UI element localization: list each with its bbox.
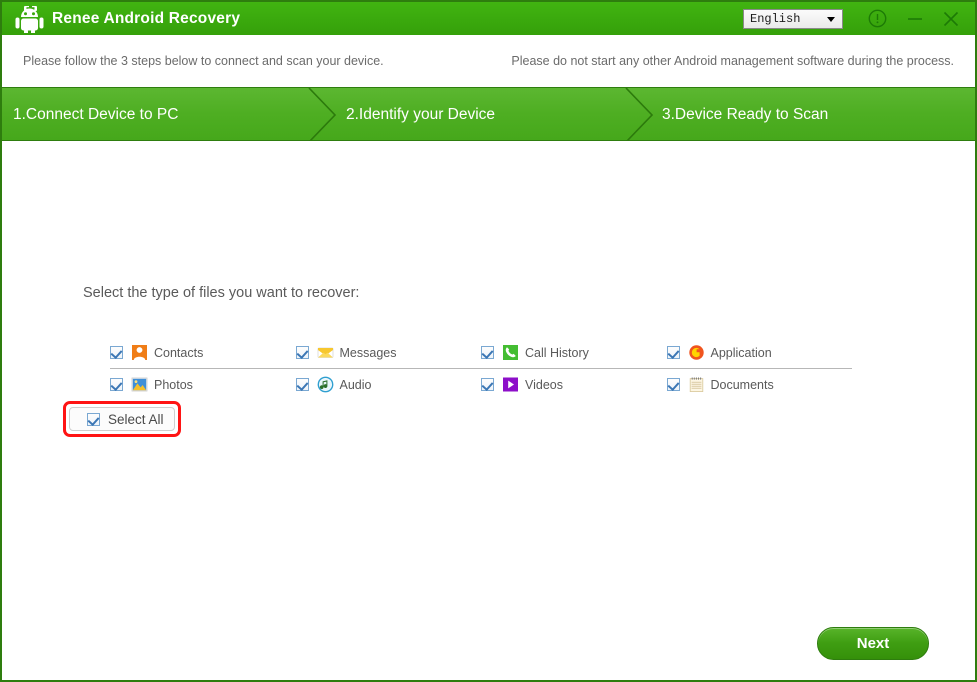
titlebar-right-controls: English — [743, 2, 975, 35]
file-type-row: Photos Audio Videos Documents — [110, 369, 852, 400]
file-type-application[interactable]: Application — [666, 344, 853, 361]
step-bar: 1.Connect Device to PC 2.Identify your D… — [2, 87, 975, 143]
notice-bar: Please follow the 3 steps below to conne… — [2, 35, 975, 87]
checkbox-videos[interactable] — [481, 378, 494, 391]
title-bar: Renee Android Recovery English — [2, 2, 975, 35]
app-window: Renee Android Recovery English Please fo… — [0, 0, 977, 682]
notice-left-text: Please follow the 3 steps below to conne… — [23, 54, 384, 68]
photos-icon — [131, 377, 148, 392]
file-type-label: Messages — [339, 345, 397, 360]
checkbox-documents[interactable] — [666, 378, 680, 391]
file-type-label: Contacts — [154, 345, 204, 360]
contacts-icon — [132, 345, 147, 360]
checkbox-photos[interactable] — [110, 378, 123, 391]
minimize-icon — [908, 17, 922, 20]
file-type-documents[interactable]: Documents — [666, 376, 853, 393]
file-type-videos[interactable]: Videos — [481, 376, 667, 393]
file-type-messages[interactable]: Messages — [295, 344, 482, 361]
file-type-grid: Contacts Messages Call History Applicati… — [110, 337, 852, 400]
file-type-label: Videos — [525, 377, 563, 392]
file-type-call-history[interactable]: Call History — [481, 344, 667, 361]
call-history-icon — [503, 345, 518, 360]
checkbox-select-all[interactable] — [87, 412, 100, 426]
documents-icon — [689, 377, 703, 392]
app-logo-icon — [12, 5, 46, 33]
application-icon — [688, 345, 704, 360]
close-icon — [943, 11, 959, 26]
checkbox-call-history[interactable] — [481, 346, 494, 359]
app-title: Renee Android Recovery — [52, 9, 241, 27]
file-type-prompt: Select the type of files you want to rec… — [83, 285, 360, 301]
step-chevron-2-icon — [622, 87, 662, 143]
minimize-button[interactable] — [899, 2, 931, 35]
language-select[interactable]: English — [743, 8, 843, 29]
file-type-label: Photos — [154, 377, 193, 392]
checkbox-contacts[interactable] — [110, 346, 123, 359]
messages-icon — [317, 347, 333, 358]
file-type-row: Contacts Messages Call History Applicati… — [110, 337, 852, 369]
step-2-label: 2.Identify your Device — [346, 106, 496, 123]
file-type-audio[interactable]: Audio — [295, 376, 482, 393]
file-type-contacts[interactable]: Contacts — [110, 344, 296, 361]
chevron-down-icon — [827, 16, 835, 22]
language-select-value: English — [750, 11, 801, 26]
info-button[interactable] — [861, 2, 893, 35]
info-circle-icon — [868, 9, 886, 28]
step-chevron-1-icon — [305, 87, 345, 143]
checkbox-application[interactable] — [666, 346, 680, 359]
file-type-label: Audio — [339, 377, 372, 392]
content-area: Select the type of files you want to rec… — [2, 141, 975, 680]
checkbox-audio[interactable] — [295, 378, 309, 391]
file-type-photos[interactable]: Photos — [110, 376, 296, 393]
step-3-label: 3.Device Ready to Scan — [662, 106, 829, 123]
checkbox-messages[interactable] — [295, 346, 309, 359]
step-1-label: 1.Connect Device to PC — [13, 106, 179, 123]
notice-right-text: Please do not start any other Android ma… — [511, 54, 954, 68]
close-button[interactable] — [935, 2, 967, 35]
select-all-highlight: Select All — [63, 401, 181, 437]
select-all-label: Select All — [108, 411, 164, 427]
next-button-label: Next — [856, 635, 890, 652]
audio-icon — [317, 376, 333, 393]
file-type-label: Application — [710, 345, 772, 360]
videos-icon — [503, 377, 518, 392]
file-type-label: Call History — [525, 345, 589, 360]
select-all-row[interactable]: Select All — [69, 407, 175, 431]
file-type-label: Documents — [710, 377, 774, 392]
next-button[interactable]: Next — [817, 627, 929, 660]
